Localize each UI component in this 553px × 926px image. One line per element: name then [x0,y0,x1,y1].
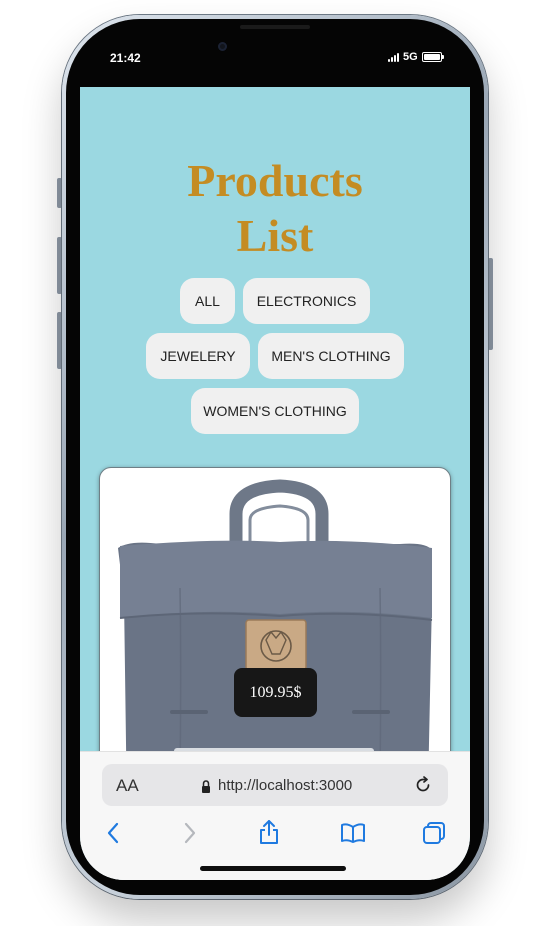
page-title: Products List [80,153,470,263]
product-price: 109.95$ [234,668,317,717]
filter-womens-clothing-button[interactable]: WOMEN'S CLOTHING [191,388,359,434]
page-title-line-1: Products [187,155,363,206]
share-icon[interactable] [258,819,280,845]
speaker-grille [240,25,310,29]
filter-jewelery-button[interactable]: JEWELERY [146,333,250,379]
page-title-line-2: List [236,210,314,261]
filter-all-button[interactable]: ALL [180,278,235,324]
filter-electronics-button[interactable]: ELECTRONICS [243,278,370,324]
lock-icon [202,780,210,793]
url-bar[interactable]: AA http://localhost:3000 [102,764,448,806]
back-icon[interactable] [106,822,120,844]
reload-icon[interactable] [414,776,432,794]
tabs-icon[interactable] [422,821,446,845]
text-size-button[interactable]: AA [116,776,139,796]
status-indicators: 5G [388,51,444,63]
app-screen: Products List ALL ELECTRONICS JEWELERY M… [80,87,470,880]
browser-toolbar: AA http://localhost:3000 [80,751,470,880]
url-text: http://localhost:3000 [218,777,353,794]
network-label: 5G [403,51,418,63]
filter-mens-clothing-button[interactable]: MEN'S CLOTHING [258,333,404,379]
signal-icon [388,52,399,62]
forward-icon[interactable] [183,822,197,844]
home-indicator [200,866,346,871]
power-button [488,258,493,350]
phone-mockup: 21:42 5G Products List ALL ELECTRONICS J… [0,0,553,926]
bookmarks-icon[interactable] [340,822,366,844]
battery-icon [421,52,444,62]
status-time: 21:42 [110,51,141,65]
camera-icon [218,42,227,51]
